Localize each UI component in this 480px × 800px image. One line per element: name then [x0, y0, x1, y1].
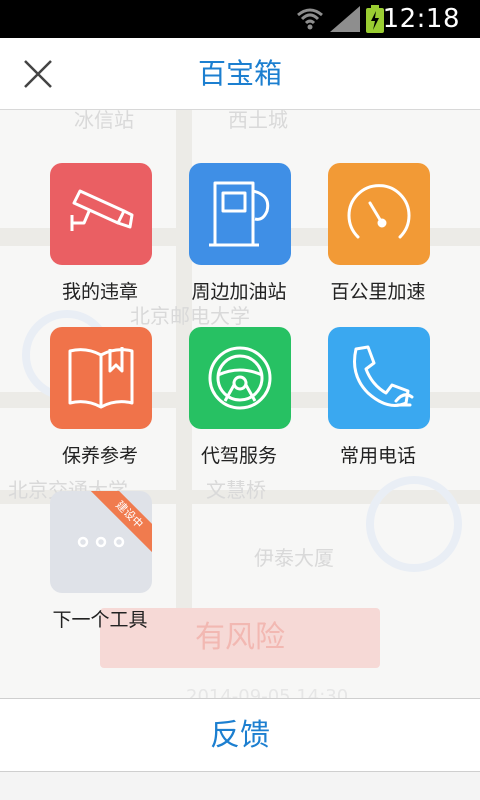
header: 百宝箱 [0, 38, 480, 110]
bg-label: 冰信站 [74, 110, 134, 132]
book-icon [68, 347, 134, 409]
more-icon [77, 536, 125, 548]
phone-icon [353, 345, 414, 407]
wifi-icon [297, 8, 323, 30]
tool-tile [328, 163, 430, 265]
bg-label: 北京邮电大学 [130, 304, 250, 328]
tool-tile [50, 327, 152, 429]
tool-tile [189, 327, 291, 429]
bg-label: 西土城 [228, 110, 288, 132]
bg-label: 文慧桥 [206, 478, 266, 502]
battery-icon [366, 5, 384, 33]
status-time: 12:18 [382, 4, 460, 34]
feedback-button[interactable]: 反馈 [0, 698, 480, 772]
tool-label: 常用电话 [339, 445, 416, 467]
tool-label: 下一个工具 [52, 609, 148, 631]
bg-label: 伊泰大厦 [254, 546, 334, 570]
tool-label: 代驾服务 [200, 445, 277, 467]
tool-tile [50, 163, 152, 265]
page-title: 百宝箱 [197, 57, 282, 90]
tool-tile: 建设中 [50, 491, 152, 593]
tool-label: 保养参考 [61, 445, 138, 467]
tool-label: 百公里加速 [330, 281, 426, 303]
speedometer-icon [347, 184, 411, 239]
bg-label: 2014-09-05 14:30 [186, 686, 349, 698]
tool-tile [328, 327, 430, 429]
camera-icon [70, 189, 134, 231]
gas-pump-icon [209, 181, 270, 247]
bg-map-marker [366, 476, 462, 572]
steering-wheel-icon [208, 346, 272, 410]
tool-tile [189, 163, 291, 265]
signal-icon [330, 6, 360, 32]
tool-label: 我的违章 [61, 281, 138, 303]
status-bar: 12:18 [0, 0, 480, 38]
tool-label: 周边加油站 [191, 281, 287, 303]
